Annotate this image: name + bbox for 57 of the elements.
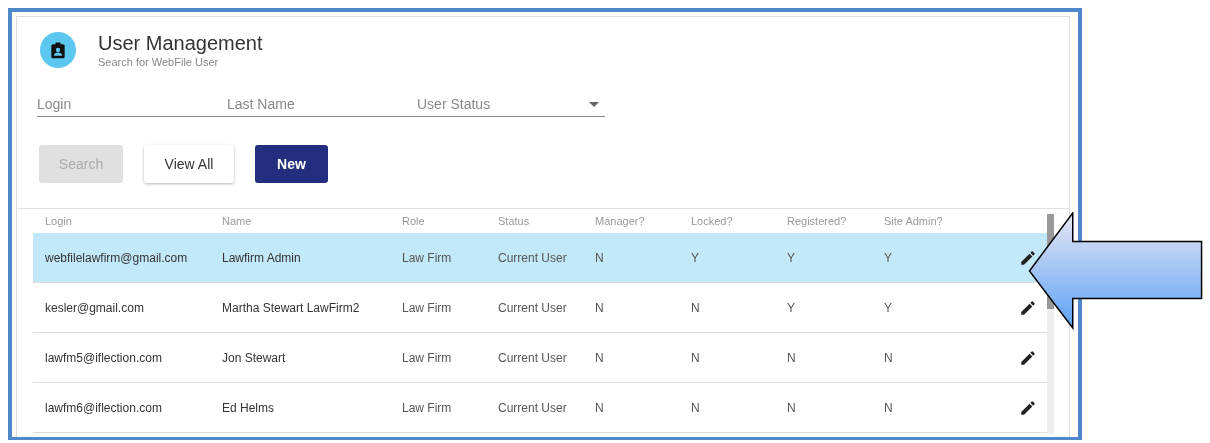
table-row[interactable]: lawfm5@iflection.com Jon Stewart Law Firm Current User N N N N bbox=[33, 333, 1047, 383]
column-header: Name bbox=[221, 215, 253, 227]
table-cell-text: lawfm6@iflection.com bbox=[44, 400, 163, 415]
table-cell-text: Y bbox=[786, 250, 796, 265]
table-cell-text: webfilelawfirm@gmail.com bbox=[44, 250, 189, 265]
table-cell-text: N bbox=[690, 300, 701, 315]
table-cell-text: N bbox=[594, 250, 605, 265]
view-all-button[interactable]: View All bbox=[144, 145, 234, 183]
badge-icon bbox=[40, 31, 76, 68]
table-cell-text: N bbox=[594, 400, 605, 415]
table-cell-text: Y bbox=[786, 300, 796, 315]
column-header: Status bbox=[497, 215, 531, 227]
column-header: Login bbox=[44, 215, 73, 227]
column-header: Manager? bbox=[594, 215, 646, 227]
column-header: Registered? bbox=[786, 215, 848, 227]
table-cell-text: N bbox=[594, 300, 605, 315]
table-cell-text: N bbox=[594, 350, 605, 365]
table-cell-text: Jon Stewart bbox=[221, 350, 287, 365]
edit-icon[interactable] bbox=[1018, 298, 1037, 317]
table-cell-text: Martha Stewart LawFirm2 bbox=[221, 300, 361, 315]
table-cell-text: Law Firm bbox=[401, 300, 453, 315]
edit-icon[interactable] bbox=[1018, 348, 1037, 367]
table-cell-text: Current User bbox=[497, 400, 568, 415]
table-cell-text: Current User bbox=[497, 300, 568, 315]
table-cell-text: N bbox=[690, 350, 701, 365]
table-cell-text: kesler@gmail.com bbox=[44, 300, 145, 315]
status-dropdown[interactable]: User Status bbox=[417, 96, 605, 116]
page-title: User Management bbox=[98, 31, 263, 55]
table-cell-text: Law Firm bbox=[401, 400, 453, 415]
table-row[interactable]: kesler@gmail.com Martha Stewart LawFirm2 Law Firm Current User N N Y Y bbox=[33, 283, 1047, 333]
table-cell-text: lawfm5@iflection.com bbox=[44, 350, 163, 365]
table-cell-text: Y bbox=[883, 300, 893, 315]
table-row[interactable]: webfilelawfirm@gmail.com Lawfirm Admin Law Firm Current User N Y Y Y bbox=[33, 233, 1047, 283]
table-cell-text: Lawfirm Admin bbox=[221, 250, 302, 265]
edit-icon[interactable] bbox=[1018, 398, 1037, 417]
table-cell-text: Law Firm bbox=[401, 350, 453, 365]
table-cell-text: N bbox=[690, 400, 701, 415]
column-header: Role bbox=[401, 215, 426, 227]
table-cell-text: N bbox=[786, 350, 797, 365]
table-cell-text: N bbox=[883, 350, 894, 365]
column-header: Site Admin? bbox=[883, 215, 944, 227]
column-header: Locked? bbox=[690, 215, 734, 227]
table-cell-text: Y bbox=[690, 250, 700, 265]
table-cell-text: Ed Helms bbox=[221, 400, 275, 415]
table-cell-text: Law Firm bbox=[401, 250, 453, 265]
table-cell-text: N bbox=[883, 400, 894, 415]
table-cell-text: Current User bbox=[497, 350, 568, 365]
table-cell-text: Y bbox=[883, 250, 893, 265]
input-field[interactable]: Login bbox=[37, 96, 227, 116]
table-cell-text: Current User bbox=[497, 250, 568, 265]
new-button[interactable]: New bbox=[255, 145, 328, 183]
caret-icon bbox=[589, 101, 599, 107]
table-row[interactable]: lawfm6@iflection.com Ed Helms Law Firm Current User N N N N bbox=[33, 383, 1047, 433]
table-cell-text: N bbox=[786, 400, 797, 415]
edit-icon[interactable] bbox=[1018, 248, 1037, 267]
input-field[interactable]: Last Name bbox=[227, 96, 417, 116]
page-subtitle: Search for WebFile User bbox=[98, 56, 220, 68]
